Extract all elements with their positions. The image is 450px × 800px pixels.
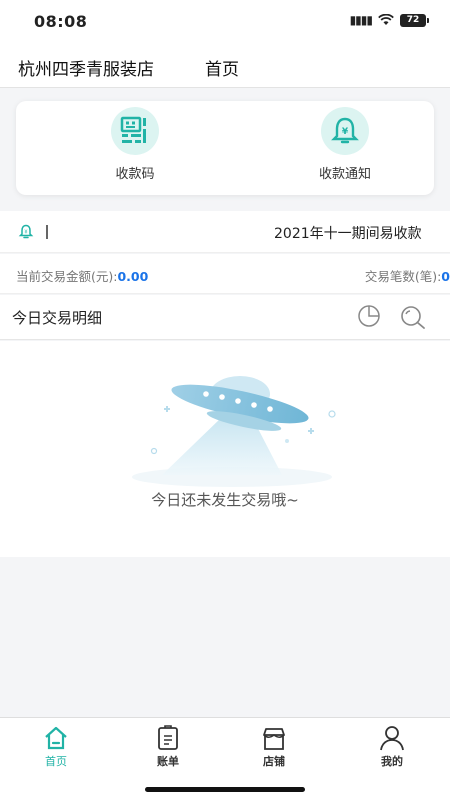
tab-profile-label: 我的 <box>381 755 403 768</box>
tab-home[interactable]: 首页 <box>26 724 86 769</box>
amount-label: 当前交易金额(元): <box>16 269 118 284</box>
payment-notice-button[interactable]: ¥ 收款通知 <box>285 107 405 182</box>
today-detail-title: 今日交易明细 <box>12 309 103 327</box>
empty-state: 今日还未发生交易哦~ <box>0 341 450 557</box>
notice-divider <box>46 225 48 239</box>
tab-bill[interactable]: 账单 <box>138 724 198 769</box>
status-icons: ▮▮▮▮ 72 <box>349 13 429 27</box>
home-icon <box>45 726 67 750</box>
tab-profile[interactable]: 我的 <box>362 724 422 769</box>
empty-message: 今日还未发生交易哦~ <box>151 491 299 509</box>
app-header: 杭州四季青服装店 首页 <box>0 44 450 88</box>
tab-bill-label: 账单 <box>157 755 179 768</box>
svg-text:¥: ¥ <box>342 127 349 137</box>
tab-store[interactable]: 店铺 <box>244 724 304 769</box>
profile-icon <box>380 726 404 751</box>
wifi-icon <box>378 14 394 25</box>
count-label: 交易笔数(笔): <box>364 269 442 284</box>
payment-code-button[interactable]: 收款码 <box>75 107 195 182</box>
yuan-bell-icon: ¥ <box>321 107 369 155</box>
ufo-illustration <box>132 376 336 487</box>
transaction-stats: 当前交易金额(元):0.00 交易笔数(笔):0 <box>0 254 450 294</box>
tab-home-label: 首页 <box>45 755 67 768</box>
amount-value: 0.00 <box>117 269 149 284</box>
count-value: 0 <box>441 269 450 284</box>
today-detail-header: 今日交易明细 <box>0 295 450 340</box>
quick-actions-card: 收款码 ¥ 收款通知 <box>16 101 434 195</box>
bill-icon <box>158 725 178 750</box>
quick-actions-section: 收款码 ¥ 收款通知 <box>0 89 450 206</box>
svg-text:¥: ¥ <box>24 230 27 236</box>
notice-bar[interactable]: ¥ 2021年十一期间易收款 <box>0 211 450 253</box>
notice-text: 2021年十一期间易收款 <box>274 226 422 242</box>
qr-code-icon <box>111 107 159 155</box>
count-stat: 交易笔数(笔):0 <box>365 266 450 285</box>
battery-icon: 72 <box>400 13 429 27</box>
payment-code-label: 收款码 <box>115 167 155 182</box>
amount-stat: 当前交易金额(元):0.00 <box>16 266 148 285</box>
status-bar: 08:08 ▮▮▮▮ 72 <box>0 0 450 44</box>
store-name: 杭州四季青服装店 <box>18 60 154 80</box>
home-indicator[interactable] <box>145 787 305 792</box>
search-icon[interactable] <box>399 304 427 330</box>
payment-notice-label: 收款通知 <box>318 167 371 182</box>
pie-chart-icon[interactable] <box>356 304 382 328</box>
signal-icon: ▮▮▮▮ <box>349 13 373 27</box>
tab-store-label: 店铺 <box>263 755 285 768</box>
page-title: 首页 <box>205 60 239 80</box>
status-time: 08:08 <box>34 12 88 31</box>
yuan-bell-icon: ¥ <box>18 224 34 239</box>
store-icon <box>263 728 285 750</box>
